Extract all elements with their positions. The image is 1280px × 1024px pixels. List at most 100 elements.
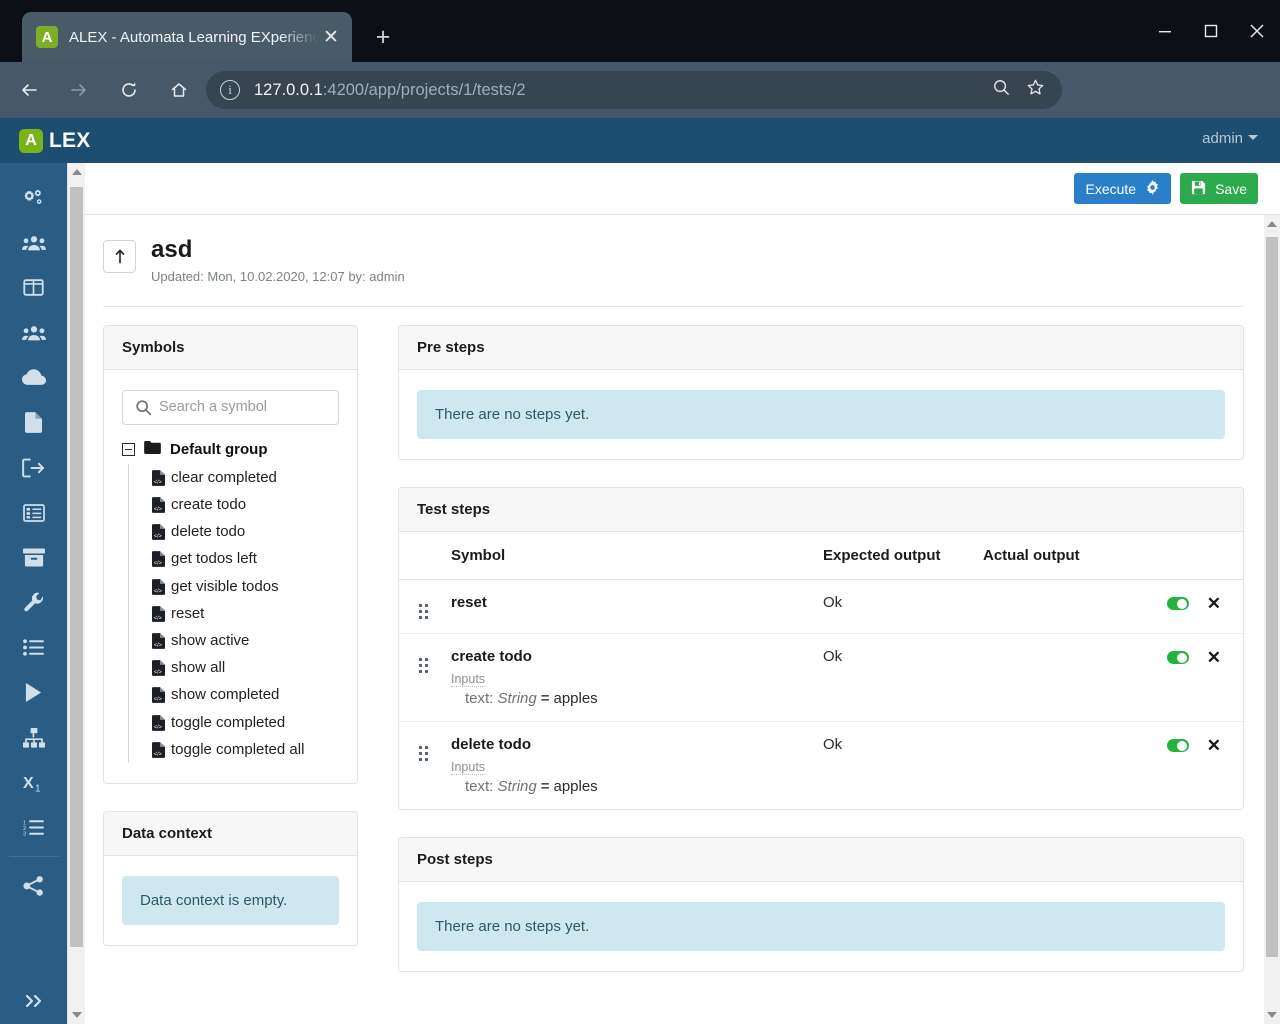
home-icon[interactable] bbox=[158, 69, 200, 111]
symbol-item[interactable]: </> reset bbox=[129, 600, 339, 627]
th-actual-output: Actual output bbox=[973, 531, 1133, 580]
row-enabled-toggle[interactable] bbox=[1166, 651, 1189, 665]
sidebar-item-archive[interactable] bbox=[0, 535, 67, 580]
row-symbol-cell: create todo Inputs text: String = apples bbox=[441, 633, 813, 722]
sidebar-item-logout[interactable] bbox=[0, 445, 67, 490]
back-icon[interactable] bbox=[8, 69, 50, 111]
inputs-label: Inputs bbox=[451, 671, 486, 687]
content-scrollbar-thumb[interactable] bbox=[1266, 237, 1278, 957]
app-logo[interactable]: A LEX bbox=[19, 128, 90, 153]
symbols-panel-body: Default group </> clear completed </> creat… bbox=[104, 370, 357, 783]
row-actual-output bbox=[973, 633, 1133, 722]
symbol-item-label: get todos left bbox=[171, 550, 257, 568]
row-remove-icon[interactable]: ✕ bbox=[1207, 648, 1221, 668]
symbol-item[interactable]: </> toggle completed bbox=[129, 709, 339, 736]
save-label: Save bbox=[1215, 180, 1247, 197]
symbol-item-label: show completed bbox=[171, 686, 280, 704]
sidebar-item-learn[interactable] bbox=[0, 670, 67, 715]
scrollable-content: asd Updated: Mon, 10.02.2020, 12:07 by: … bbox=[85, 215, 1280, 1024]
symbol-item-label: get visible todos bbox=[171, 577, 279, 595]
test-steps-table: Symbol Expected output Actual output res… bbox=[399, 531, 1243, 809]
page-scrollbar[interactable] bbox=[67, 163, 85, 1024]
app-header: A LEX admin bbox=[0, 118, 1280, 163]
reload-icon[interactable] bbox=[108, 69, 150, 111]
user-menu[interactable]: admin bbox=[1202, 130, 1258, 147]
bookmark-star-icon[interactable] bbox=[1018, 78, 1052, 102]
page-scrollbar-thumb[interactable] bbox=[70, 187, 83, 947]
sidebar-item-cloud[interactable] bbox=[0, 355, 67, 400]
maximize-icon[interactable] bbox=[1188, 0, 1234, 62]
input-line: text: String = apples bbox=[451, 690, 803, 707]
symbol-item[interactable]: </> show all bbox=[129, 654, 339, 681]
site-info-icon[interactable]: i bbox=[220, 80, 240, 100]
symbol-file-icon: </> bbox=[152, 714, 165, 736]
drag-handle-icon[interactable] bbox=[419, 745, 428, 761]
svg-text:</>: </> bbox=[154, 751, 162, 757]
content-scroll-down-arrow-icon[interactable] bbox=[1267, 1012, 1277, 1018]
sidebar-item-user-groups[interactable] bbox=[0, 310, 67, 355]
row-remove-icon[interactable]: ✕ bbox=[1207, 736, 1221, 756]
symbol-item[interactable]: </> get todos left bbox=[129, 545, 339, 572]
sidebar-collapse-button[interactable] bbox=[0, 978, 67, 1024]
search-input[interactable] bbox=[122, 389, 339, 425]
row-enabled-toggle[interactable] bbox=[1166, 597, 1189, 611]
chevron-down-icon bbox=[1248, 135, 1258, 140]
post-steps-panel: Post steps There are no steps yet. bbox=[398, 836, 1244, 972]
tab-strip: A ALEX - Automata Learning EXperience ✕ … bbox=[0, 0, 1280, 62]
symbol-item[interactable]: </> clear completed bbox=[129, 464, 339, 491]
symbol-item[interactable]: </> get visible todos bbox=[129, 573, 339, 600]
tab-close-icon[interactable]: ✕ bbox=[318, 24, 344, 50]
inputs-label: Inputs bbox=[451, 759, 486, 775]
close-icon[interactable] bbox=[1234, 0, 1280, 62]
sidebar-item-users[interactable] bbox=[0, 220, 67, 265]
input-line: text: String = apples bbox=[451, 778, 803, 795]
scroll-down-arrow-icon[interactable] bbox=[72, 1012, 82, 1018]
row-symbol-cell: reset bbox=[441, 579, 813, 634]
collapse-toggle-icon[interactable] bbox=[122, 442, 135, 456]
drag-handle-icon[interactable] bbox=[419, 657, 428, 673]
symbol-item[interactable]: </> toggle completed all bbox=[129, 736, 339, 763]
scroll-up-arrow-icon[interactable] bbox=[72, 169, 82, 175]
pre-steps-title: Pre steps bbox=[399, 325, 1243, 370]
browser-tab[interactable]: A ALEX - Automata Learning EXperience ✕ bbox=[22, 12, 352, 62]
zoom-search-icon[interactable] bbox=[984, 78, 1018, 102]
drag-handle-icon[interactable] bbox=[419, 603, 428, 619]
sidebar-item-test-suites[interactable]: 123 bbox=[0, 805, 67, 850]
save-button[interactable]: Save bbox=[1180, 173, 1258, 204]
symbols-panel: Symbols Search a symbol Default group </… bbox=[103, 324, 358, 784]
symbol-item-label: show all bbox=[171, 659, 226, 677]
row-enabled-toggle[interactable] bbox=[1166, 739, 1189, 753]
symbol-item[interactable]: </> show active bbox=[129, 627, 339, 654]
sidebar-item-tools[interactable] bbox=[0, 580, 67, 625]
sidebar-item-hypotheses[interactable] bbox=[0, 715, 67, 760]
row-symbol-name: reset bbox=[451, 593, 487, 611]
row-remove-icon[interactable]: ✕ bbox=[1207, 594, 1221, 614]
data-context-panel: Data context Data context is empty. bbox=[103, 810, 358, 946]
pre-steps-empty-message: There are no steps yet. bbox=[417, 389, 1225, 439]
forward-icon[interactable] bbox=[58, 69, 100, 111]
sidebar-item-dashboard[interactable] bbox=[0, 265, 67, 310]
content-scroll-up-arrow-icon[interactable] bbox=[1267, 221, 1277, 227]
symbol-item-label: toggle completed all bbox=[171, 740, 305, 758]
sidebar-item-list-view[interactable] bbox=[0, 490, 67, 535]
address-bar[interactable]: i 127.0.0.1:4200/app/projects/1/tests/2 bbox=[206, 71, 1062, 109]
minimize-icon[interactable] bbox=[1142, 0, 1188, 62]
svg-text:</>: </> bbox=[154, 642, 162, 648]
symbol-item[interactable]: </> show completed bbox=[129, 681, 339, 708]
sidebar-item-symbols[interactable] bbox=[0, 625, 67, 670]
symbol-item[interactable]: </> create todo bbox=[129, 491, 339, 518]
new-tab-button[interactable]: + bbox=[366, 22, 400, 52]
import-button[interactable] bbox=[103, 240, 136, 273]
row-handle-cell bbox=[399, 579, 441, 634]
symbol-group-default[interactable]: Default group bbox=[122, 440, 339, 458]
url-host: 127.0.0.1 bbox=[254, 80, 323, 99]
sidebar-item-project-settings[interactable] bbox=[0, 175, 67, 220]
input-equals: = bbox=[540, 777, 550, 795]
symbol-item[interactable]: </> delete todo bbox=[129, 518, 339, 545]
sidebar-item-files[interactable] bbox=[0, 400, 67, 445]
sidebar-item-counters[interactable]: X1 bbox=[0, 760, 67, 805]
sidebar-item-integrations[interactable] bbox=[0, 863, 67, 908]
sidebar: X1 123 bbox=[0, 163, 67, 1024]
content-scrollbar[interactable] bbox=[1264, 215, 1280, 1024]
execute-button[interactable]: Execute bbox=[1074, 173, 1172, 204]
